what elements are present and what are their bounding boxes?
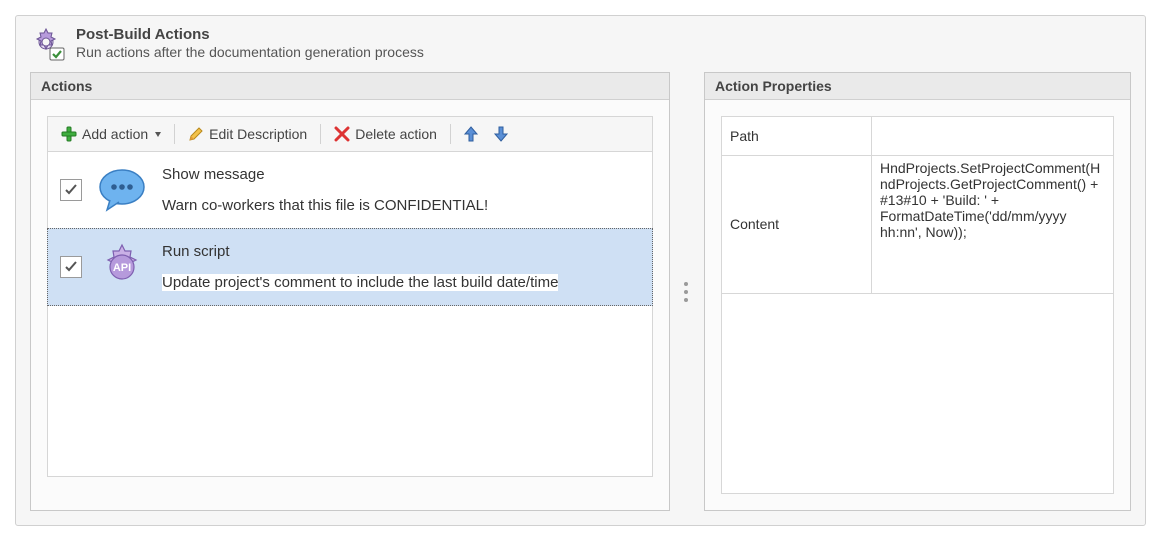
toolbar-divider (174, 124, 175, 144)
add-action-button[interactable]: Add action (54, 122, 168, 146)
panel-subtitle: Run actions after the documentation gene… (76, 44, 424, 60)
property-row[interactable]: Content HndProjects.SetProjectComment(Hn… (722, 155, 1114, 293)
action-description: Warn co-workers that this file is CONFID… (162, 197, 488, 214)
arrow-up-icon (462, 125, 480, 143)
property-row[interactable]: Path (722, 117, 1114, 156)
toolbar-divider (450, 124, 451, 144)
post-build-actions-panel: Post-Build Actions Run actions after the… (15, 15, 1146, 526)
edit-description-label: Edit Description (209, 126, 307, 142)
action-checkbox[interactable] (60, 179, 82, 201)
chevron-down-icon (155, 132, 161, 137)
move-up-button[interactable] (457, 121, 485, 147)
actions-toolbar: Add action Edit Description (47, 116, 653, 152)
action-description: Update project's comment to include the … (162, 274, 558, 291)
panel-header: Post-Build Actions Run actions after the… (30, 26, 1131, 62)
delete-action-button[interactable]: Delete action (327, 122, 444, 146)
plus-icon (61, 126, 77, 142)
api-gear-icon: API (96, 241, 148, 293)
properties-panel-title: Action Properties (705, 73, 1130, 100)
action-row[interactable]: API Run script Update project's comment … (47, 228, 653, 306)
split-handle[interactable] (684, 282, 690, 302)
arrow-down-icon (492, 125, 510, 143)
actions-panel-title: Actions (31, 73, 669, 100)
move-down-button[interactable] (487, 121, 515, 147)
properties-panel: Action Properties Path Content HndProjec… (704, 72, 1131, 511)
actions-list: Show message Warn co-workers that this f… (47, 152, 653, 477)
delete-icon (334, 126, 350, 142)
svg-text:API: API (113, 262, 131, 274)
property-value[interactable]: HndProjects.SetProjectComment(HndProject… (872, 155, 1114, 293)
delete-action-label: Delete action (355, 126, 437, 142)
toolbar-divider (320, 124, 321, 144)
action-title: Show message (162, 166, 488, 183)
property-value[interactable] (872, 117, 1114, 156)
gear-check-icon (30, 26, 66, 62)
property-key: Path (722, 117, 872, 156)
panel-title: Post-Build Actions (76, 26, 424, 43)
pencil-icon (188, 126, 204, 142)
action-title: Run script (162, 243, 558, 260)
add-action-label: Add action (82, 126, 148, 142)
action-checkbox[interactable] (60, 256, 82, 278)
actions-panel: Actions Add action (30, 72, 670, 511)
properties-table: Path Content HndProjects.SetProjectComme… (721, 116, 1114, 494)
speech-bubble-icon (96, 164, 148, 216)
action-row[interactable]: Show message Warn co-workers that this f… (48, 152, 652, 229)
property-key: Content (722, 155, 872, 293)
edit-description-button[interactable]: Edit Description (181, 122, 314, 146)
